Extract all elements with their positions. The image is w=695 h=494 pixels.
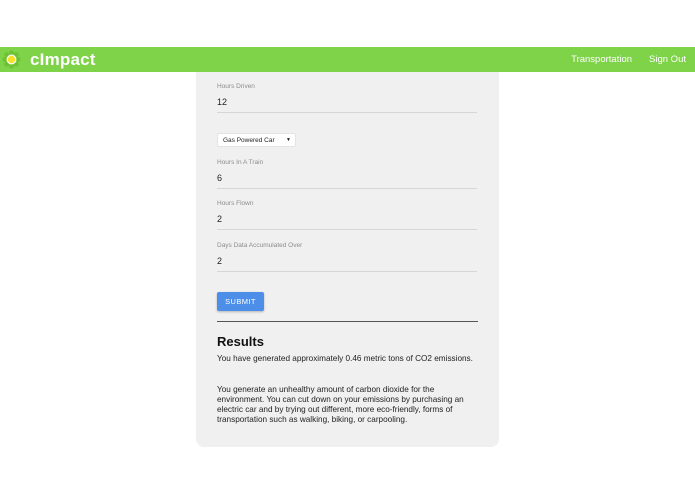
sunflower-icon bbox=[2, 50, 21, 69]
days-accumulated-label: Days Data Accumulated Over bbox=[217, 242, 303, 249]
submit-button[interactable]: SUBMIT bbox=[217, 292, 264, 311]
nav-link-sign-out[interactable]: Sign Out bbox=[649, 54, 686, 65]
days-accumulated-field[interactable]: Days Data Accumulated Over 2 bbox=[217, 242, 477, 272]
results-advice: You generate an unhealthy amount of carb… bbox=[217, 385, 464, 424]
hours-train-field[interactable]: Hours In A Train 6 bbox=[217, 159, 477, 189]
hours-driven-input[interactable]: 12 bbox=[217, 97, 477, 113]
vehicle-type-select[interactable]: Gas Powered Car ▼ bbox=[217, 133, 296, 147]
hours-flown-field[interactable]: Hours Flown 2 bbox=[217, 200, 477, 230]
nav-links: Transportation Sign Out bbox=[554, 47, 686, 72]
days-accumulated-input[interactable]: 2 bbox=[217, 256, 477, 272]
hours-driven-field[interactable]: Hours Driven 12 bbox=[217, 83, 477, 113]
results-title: Results bbox=[217, 334, 264, 349]
results-summary: You have generated approximately 0.46 me… bbox=[217, 354, 473, 363]
hours-flown-label: Hours Flown bbox=[217, 200, 254, 207]
dropdown-caret-icon: ▼ bbox=[286, 137, 291, 143]
hours-driven-label: Hours Driven bbox=[217, 83, 255, 90]
hours-flown-input[interactable]: 2 bbox=[217, 214, 477, 230]
brand-logo[interactable]: cImpact bbox=[2, 50, 96, 69]
brand-name: cImpact bbox=[30, 49, 96, 69]
nav-link-transportation[interactable]: Transportation bbox=[571, 54, 632, 65]
vehicle-type-value: Gas Powered Car bbox=[223, 136, 275, 144]
results-divider bbox=[217, 321, 478, 322]
emissions-form-card: Hours Driven 12 Gas Powered Car ▼ Hours … bbox=[196, 72, 499, 447]
hours-train-input[interactable]: 6 bbox=[217, 173, 477, 189]
top-navbar: cImpact Transportation Sign Out bbox=[0, 47, 695, 72]
hours-train-label: Hours In A Train bbox=[217, 159, 264, 166]
